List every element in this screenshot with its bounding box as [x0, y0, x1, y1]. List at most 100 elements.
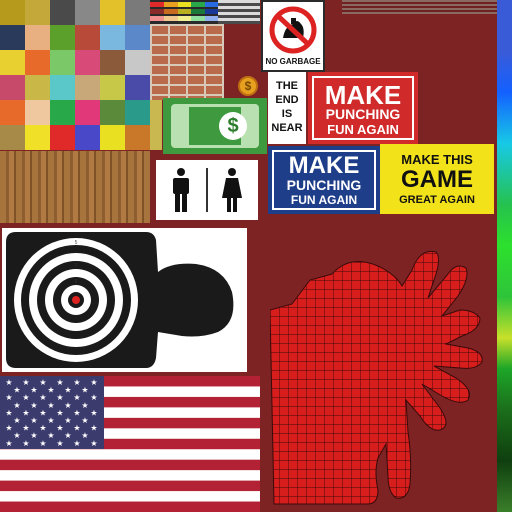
end-word: END [275, 94, 299, 106]
dollar-bill-inner: $ [171, 104, 259, 148]
flag-star: ★ [64, 416, 71, 425]
flag-star: ★ [81, 431, 88, 440]
color-swatch [50, 25, 75, 50]
sign-line: GREAT AGAIN [399, 194, 475, 206]
flag-star: ★ [39, 439, 46, 448]
flag-star: ★ [73, 439, 80, 448]
american-flag: ★ ★ ★ ★ ★ ★★ ★ ★ ★ ★★ ★ ★ ★ ★ ★★ ★ ★ ★ ★★ ★ ★ ★ ★ ★★ ★ ★ ★ ★★ ★ ★ ★ ★ ★★… [0, 376, 260, 512]
shooting-target: 5 6 7 8 9 10 [6, 232, 234, 368]
flag-stripe [0, 491, 260, 502]
gray-bars [218, 0, 260, 24]
flag-star: ★ [13, 386, 20, 395]
dollar-bill: $ [163, 98, 267, 154]
color-swatch [75, 0, 100, 25]
flag-star: ★ [56, 424, 63, 433]
flag-stripe [0, 480, 260, 492]
color-swatch [0, 75, 25, 100]
flag-star: ★ [73, 393, 80, 402]
color-swatch [100, 50, 125, 75]
color-swatch [0, 125, 25, 150]
color-swatch [125, 125, 150, 150]
flag-star: ★ [73, 424, 80, 433]
no-garbage-icon [269, 6, 317, 54]
flag-star: ★ [64, 386, 71, 395]
end-word: NEAR [271, 122, 303, 134]
color-swatch [25, 125, 50, 150]
ring-number: 8 [75, 271, 78, 277]
rainbow-gradient-strip [497, 0, 512, 512]
flag-stripe [0, 501, 260, 512]
end-word: IS [281, 108, 293, 120]
color-swatch [50, 125, 75, 150]
flag-star: ★ [81, 401, 88, 410]
color-swatch-grid [0, 0, 150, 150]
flag-star: ★ [47, 431, 54, 440]
flag-star: ★ [56, 378, 63, 387]
flag-star: ★ [5, 378, 12, 387]
color-swatch [25, 25, 50, 50]
flag-star: ★ [5, 393, 12, 402]
sign-line: FUN AGAIN [327, 122, 399, 137]
flag-star: ★ [30, 431, 37, 440]
flag-star: ★ [5, 408, 12, 417]
flag-star: ★ [73, 378, 80, 387]
color-swatch [25, 100, 50, 125]
make-punching-sign-blue: MAKE PUNCHING FUN AGAIN [268, 146, 380, 214]
flag-star: ★ [81, 386, 88, 395]
flag-star: ★ [47, 416, 54, 425]
flag-star: ★ [56, 439, 63, 448]
ring-number: 7 [75, 263, 78, 269]
stripe-texture [342, 0, 497, 14]
flag-star: ★ [73, 408, 80, 417]
color-swatch [125, 100, 150, 125]
swatch-side-strip [150, 100, 162, 150]
flag-star: ★ [81, 416, 88, 425]
flag-star: ★ [13, 401, 20, 410]
flag-star: ★ [90, 439, 97, 448]
wood-texture [0, 151, 150, 223]
dollar-bill-center: $ [189, 107, 247, 145]
color-swatch [0, 25, 25, 50]
color-swatch [0, 50, 25, 75]
color-swatch [125, 75, 150, 100]
flag-star: ★ [39, 424, 46, 433]
brick-texture [150, 24, 224, 100]
end-is-near-sign: THE END IS NEAR [268, 72, 306, 144]
shooting-target-sheet: 5 6 7 8 9 10 [2, 228, 247, 372]
flag-star: ★ [39, 378, 46, 387]
flag-star: ★ [90, 424, 97, 433]
sign-line: PUNCHING [325, 106, 401, 122]
color-swatch [100, 75, 125, 100]
color-swatch [50, 50, 75, 75]
flag-star: ★ [22, 378, 29, 387]
sign-line: PUNCHING [286, 177, 362, 193]
end-word: THE [276, 80, 298, 92]
flag-star: ★ [5, 439, 12, 448]
flag-star: ★ [90, 393, 97, 402]
flag-star: ★ [56, 408, 63, 417]
color-swatch [50, 100, 75, 125]
sign-line: FUN AGAIN [290, 193, 358, 207]
flag-star: ★ [64, 431, 71, 440]
flag-star: ★ [30, 386, 37, 395]
color-swatch [0, 100, 25, 125]
color-swatch [125, 0, 150, 25]
flag-star: ★ [13, 431, 20, 440]
man-restroom-icon [173, 168, 189, 212]
flag-star: ★ [5, 424, 12, 433]
no-garbage-sign: NO GARBAGE [261, 0, 325, 72]
flag-star: ★ [22, 424, 29, 433]
flag-star: ★ [22, 408, 29, 417]
flag-star: ★ [22, 439, 29, 448]
color-swatch [100, 100, 125, 125]
ring-number: 9 [75, 279, 78, 285]
no-garbage-label: NO GARBAGE [265, 57, 321, 66]
flag-star: ★ [39, 408, 46, 417]
color-swatch [75, 75, 100, 100]
flag-stripe [0, 449, 260, 460]
flag-star: ★ [90, 378, 97, 387]
flag-star: ★ [90, 408, 97, 417]
flag-star: ★ [56, 393, 63, 402]
sign-line: GAME [401, 166, 473, 193]
dollar-sign-icon: $ [219, 112, 247, 140]
